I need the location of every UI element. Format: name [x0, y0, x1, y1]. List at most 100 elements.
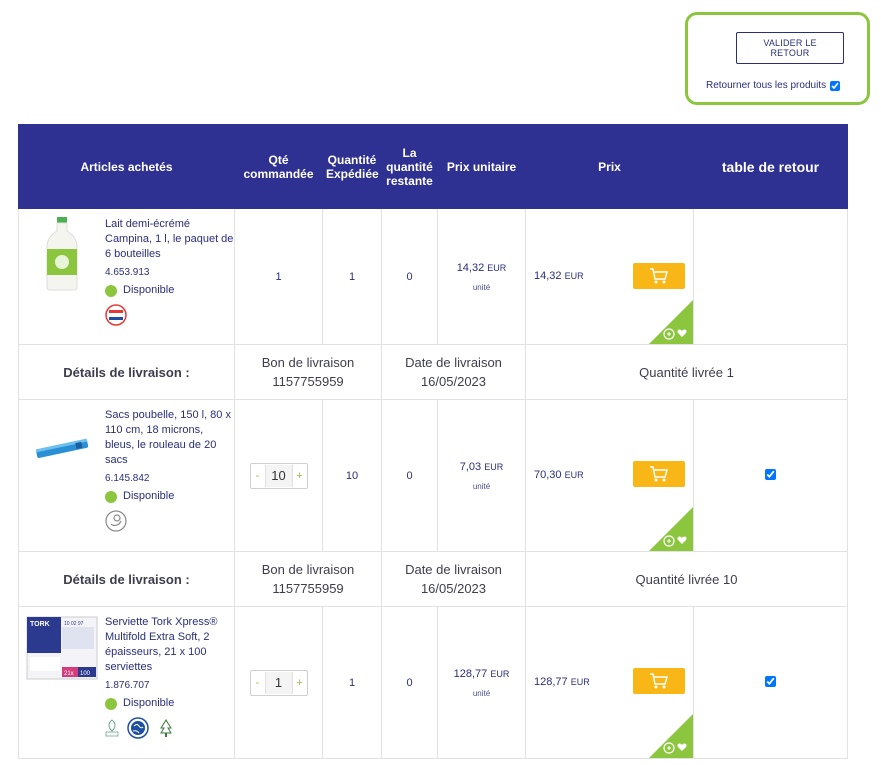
price-cell: 14,32 EUR [525, 208, 694, 345]
header-qty-ordered: Qté commandée [234, 124, 323, 209]
cart-icon [650, 673, 668, 689]
garbage-bag-image[interactable] [19, 400, 105, 532]
header-qty-shipped: Quantité Expédiée [322, 124, 382, 209]
unit-price-cell: 7,03 EUR unité [437, 399, 526, 552]
availability-label: Disponible [123, 697, 175, 709]
delivery-details-label: Détails de livraison : [18, 344, 235, 400]
availability: Disponible [105, 696, 234, 711]
return-checkbox[interactable] [765, 675, 776, 687]
decrement-button[interactable]: - [251, 677, 265, 689]
product-cell: Sacs poubelle, 150 l, 80 x 110 cm, 18 mi… [18, 399, 235, 552]
product-name[interactable]: Serviette Tork Xpress® Multifold Extra S… [105, 615, 234, 675]
table-row: Sacs poubelle, 150 l, 80 x 110 cm, 18 mi… [18, 399, 848, 552]
quantity-stepper: - 1 + [249, 669, 308, 696]
return-all-products[interactable]: Retourner tous les produits [706, 80, 841, 91]
price-value: 128,77 EUR [534, 676, 590, 688]
qty-ordered-cell: - 10 + [234, 399, 323, 552]
favorite-corner-icon[interactable] [649, 714, 693, 758]
qty-remaining: 0 [381, 399, 438, 552]
add-to-cart-button[interactable] [633, 263, 685, 289]
qty-remaining: 0 [381, 208, 438, 345]
qty-shipped: 1 [322, 208, 382, 345]
delivery-details-row: Détails de livraison : Bon de livraison 1… [18, 551, 848, 607]
favorite-corner-icon[interactable] [649, 507, 693, 551]
qty-shipped: 1 [322, 606, 382, 759]
netherlands-flag-icon [105, 304, 127, 326]
header-unit-price: Prix unitaire [437, 124, 526, 209]
quantity-value[interactable]: 10 [264, 464, 293, 487]
delivery-date: Date de livraison 16/05/2023 [381, 344, 526, 400]
price-value: 70,30 EUR [534, 469, 584, 481]
return-action-box: VALIDER LE RETOUR Retourner tous les pro… [685, 12, 870, 105]
product-cell: TORK 10 02 97 21x 100 Serviette Tork Xpr… [18, 606, 235, 759]
validate-return-button[interactable]: VALIDER LE RETOUR [736, 32, 844, 64]
qty-ordered-cell: - 1 + [234, 606, 323, 759]
delivery-details-row: Détails de livraison : Bon de livraison 1… [18, 344, 848, 400]
order-items-table: Articles achetés Qté commandée Quantité … [18, 124, 848, 759]
unit-price-cell: 128,77 EUR unité [437, 606, 526, 759]
availability-dot-icon [105, 284, 117, 297]
availability: Disponible [105, 283, 234, 298]
svg-text:21x: 21x [64, 671, 74, 677]
availability-label: Disponible [123, 490, 175, 502]
return-all-label: Retourner tous les produits [706, 80, 827, 91]
svg-text:100: 100 [80, 671, 91, 677]
unit-price: 7,03 EUR [459, 461, 504, 473]
add-to-cart-button[interactable] [633, 668, 685, 694]
quantity-value[interactable]: 1 [264, 671, 293, 694]
favorite-corner-icon[interactable] [649, 300, 693, 344]
return-cell [693, 208, 848, 345]
availability: Disponible [105, 489, 234, 504]
increment-button[interactable]: + [293, 470, 307, 482]
cart-icon [650, 466, 668, 482]
delivery-note: Bon de livraison 1157755959 [234, 551, 382, 607]
unit-label: unité [472, 482, 491, 491]
return-cell [693, 399, 848, 552]
delivery-details-label: Détails de livraison : [18, 551, 235, 607]
globe-icon [127, 717, 149, 739]
delivered-quantity: Quantité livrée 1 [525, 344, 848, 400]
unit-label: unité [472, 689, 491, 698]
add-to-cart-button[interactable] [633, 461, 685, 487]
availability-dot-icon [105, 697, 117, 710]
tork-pack-image[interactable]: TORK 10 02 97 21x 100 [19, 607, 105, 739]
product-ref: 6.145.842 [105, 473, 150, 484]
availability-dot-icon [105, 490, 117, 503]
price-cell: 70,30 EUR [525, 399, 694, 552]
delivery-note: Bon de livraison 1157755959 [234, 344, 382, 400]
quantity-stepper: - 10 + [249, 462, 308, 489]
milk-bottle-image[interactable] [19, 209, 105, 326]
product-name[interactable]: Sacs poubelle, 150 l, 80 x 110 cm, 18 mi… [105, 408, 234, 468]
header-price: Prix [525, 124, 694, 209]
header-qty-remaining: La quantité restante [381, 124, 438, 209]
eco-label-icon [105, 719, 119, 737]
qty-shipped: 10 [322, 399, 382, 552]
delivered-quantity: Quantité livrée 10 [525, 551, 848, 607]
cart-icon [650, 268, 668, 284]
table-row: Lait demi-écrémé Campina, 1 l, le paquet… [18, 208, 848, 345]
availability-label: Disponible [123, 284, 175, 296]
price-cell: 128,77 EUR [525, 606, 694, 759]
table-header-row: Articles achetés Qté commandée Quantité … [18, 124, 848, 209]
decrement-button[interactable]: - [251, 470, 265, 482]
product-cell: Lait demi-écrémé Campina, 1 l, le paquet… [18, 208, 235, 345]
return-cell [693, 606, 848, 759]
delivery-date: Date de livraison 16/05/2023 [381, 551, 526, 607]
unit-price: 14,32 EUR [456, 262, 507, 274]
unit-price-cell: 14,32 EUR unité [437, 208, 526, 345]
return-all-checkbox[interactable] [830, 80, 841, 91]
unit-price: 128,77 EUR [453, 668, 510, 680]
svg-text:TORK: TORK [30, 621, 50, 628]
price-value: 14,32 EUR [534, 270, 584, 282]
product-name[interactable]: Lait demi-écrémé Campina, 1 l, le paquet… [105, 217, 234, 262]
unit-label: unité [472, 283, 491, 292]
header-articles: Articles achetés [18, 124, 235, 209]
return-checkbox[interactable] [765, 468, 776, 480]
table-row: TORK 10 02 97 21x 100 Serviette Tork Xpr… [18, 606, 848, 759]
increment-button[interactable]: + [293, 677, 307, 689]
fsc-icon [160, 719, 172, 737]
svg-text:10 02 97: 10 02 97 [64, 621, 84, 627]
product-ref: 1.876.707 [105, 680, 150, 691]
product-ref: 4.653.913 [105, 267, 150, 278]
hand-recycle-icon [105, 510, 127, 532]
